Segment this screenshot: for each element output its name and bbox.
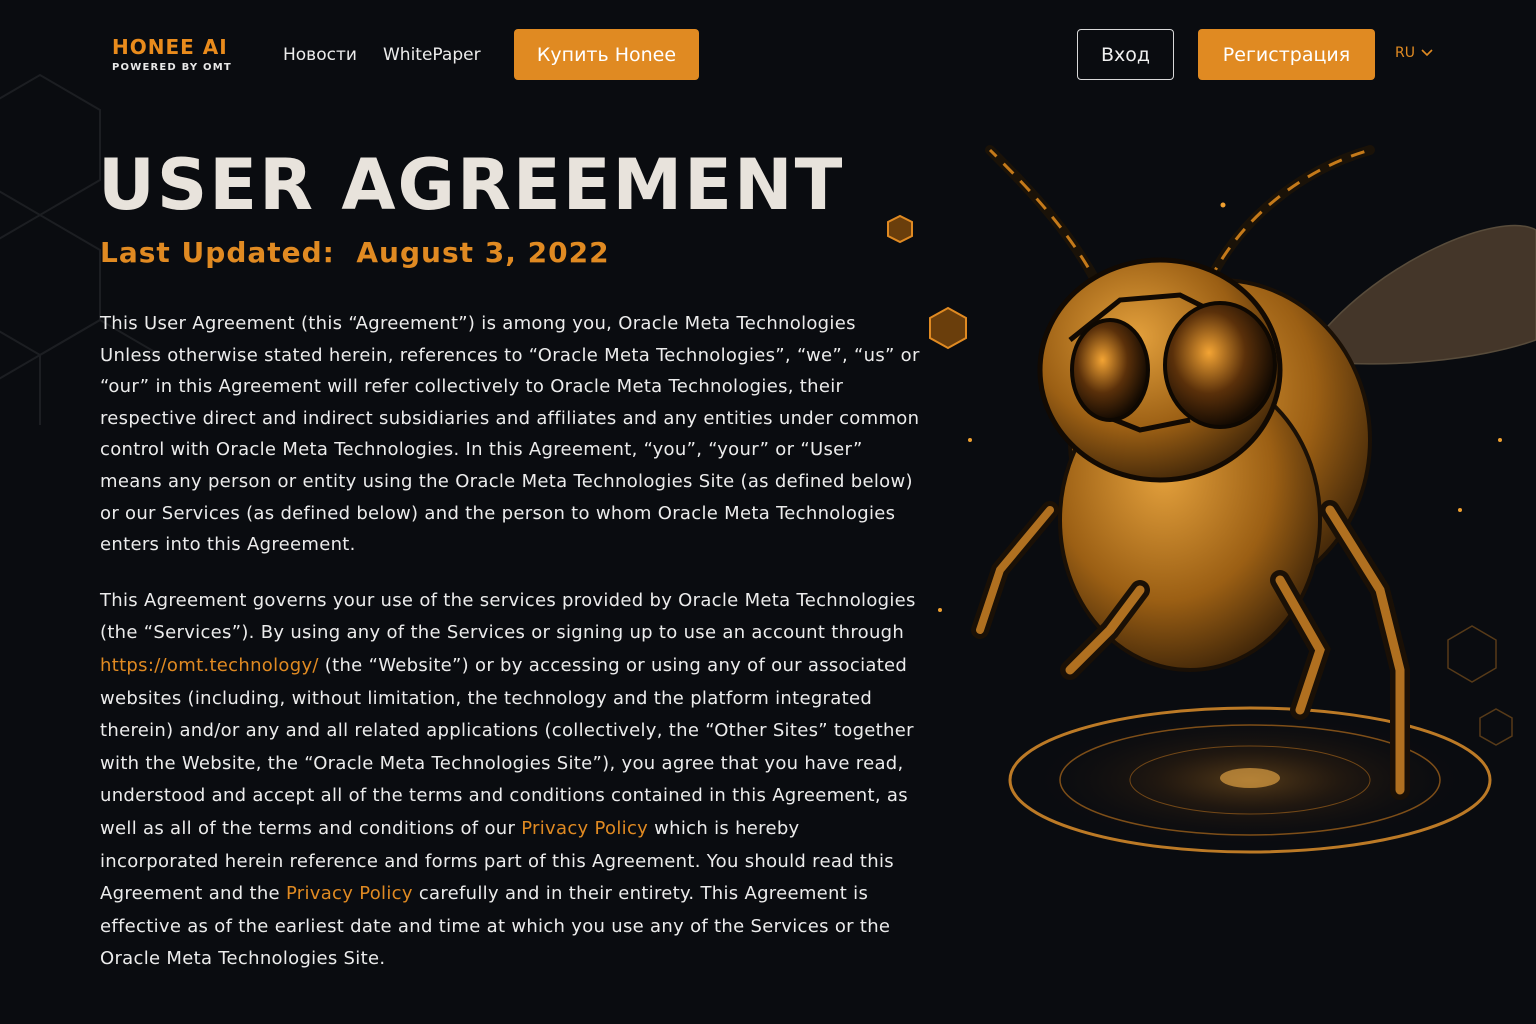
nav-news-link[interactable]: Новости — [283, 45, 357, 65]
agreement-paragraph-2: This Agreement governs your use of the s… — [100, 585, 920, 976]
last-updated-date: August 3, 2022 — [356, 236, 610, 269]
robot-bee-illustration — [887, 145, 1536, 854]
logo-subtitle: POWERED BY OMT — [112, 62, 232, 73]
brand-logo[interactable]: HONEE AI POWERED BY OMT — [112, 36, 232, 73]
language-selector[interactable]: RU — [1395, 45, 1433, 61]
privacy-policy-link[interactable]: Privacy Policy — [286, 883, 413, 904]
page-title: USER AGREEMENT — [98, 144, 845, 226]
website-link[interactable]: https://omt.technology/ — [100, 655, 319, 676]
register-button[interactable]: Регистрация — [1198, 29, 1375, 80]
buy-honee-button[interactable]: Купить Honee — [514, 29, 699, 80]
agreement-body: This User Agreement (this “Agreement”) i… — [100, 308, 920, 1000]
login-button[interactable]: Вход — [1077, 29, 1174, 80]
paragraph-text: This Agreement governs your use of the s… — [100, 589, 916, 644]
nav-whitepaper-link[interactable]: WhitePaper — [383, 45, 481, 65]
last-updated-label: Last Updated: — [100, 236, 335, 269]
language-label: RU — [1395, 45, 1415, 61]
privacy-policy-link[interactable]: Privacy Policy — [521, 818, 648, 839]
chevron-down-icon — [1421, 49, 1433, 57]
top-navigation: HONEE AI POWERED BY OMT Новости WhitePap… — [0, 0, 1536, 110]
last-updated: Last Updated: August 3, 2022 — [100, 236, 610, 269]
paragraph-text: (the “Website”) or by accessing or using… — [100, 654, 914, 839]
agreement-paragraph-1: This User Agreement (this “Agreement”) i… — [100, 313, 920, 556]
logo-title: HONEE AI — [112, 35, 228, 59]
